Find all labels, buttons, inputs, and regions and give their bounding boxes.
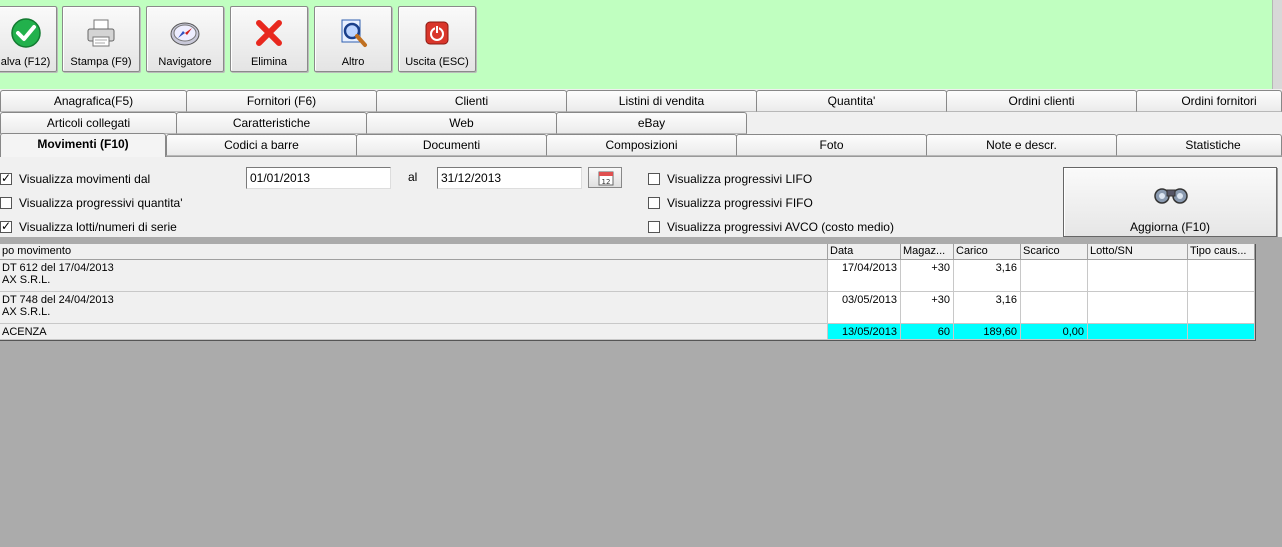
save-button[interactable]: alva (F12) <box>0 6 57 72</box>
checkbox-box[interactable] <box>0 171 12 185</box>
tab-clienti[interactable]: Clienti <box>376 90 567 112</box>
checkbox-box[interactable] <box>0 219 12 233</box>
row-1-document: DT 612 del 17/04/2013 <box>2 262 114 274</box>
row-2-lot[interactable] <box>1088 292 1188 324</box>
navigator-button[interactable]: Navigatore <box>146 6 224 72</box>
row-2-document: DT 748 del 24/04/2013 <box>2 294 114 306</box>
print-button-label: Stampa (F9) <box>70 56 132 68</box>
row-1-lot[interactable] <box>1088 260 1188 292</box>
total-row-warehouse[interactable]: 60 <box>901 324 954 340</box>
lifo-label: Visualizza progressivi LIFO <box>667 172 813 186</box>
column-header-unload[interactable]: Scarico <box>1021 244 1088 260</box>
row-1-supplier: AX S.R.L. <box>2 274 51 286</box>
show-movements-checkbox[interactable]: Visualizza movimenti dal <box>0 170 150 188</box>
total-row-description[interactable]: ACENZA <box>0 324 828 340</box>
binoculars-icon <box>1154 188 1188 204</box>
tab-documenti[interactable]: Documenti <box>356 134 547 156</box>
row-1-load[interactable]: 3,16 <box>954 260 1021 292</box>
show-lots-label: Visualizza lotti/numeri di serie <box>19 220 177 234</box>
calendar-button[interactable]: 12 <box>588 167 622 188</box>
column-header-load[interactable]: Carico <box>954 244 1021 260</box>
tab-web[interactable]: Web <box>366 112 557 134</box>
column-header-warehouse[interactable]: Magaz... <box>901 244 954 260</box>
row-2-warehouse[interactable]: +30 <box>901 292 954 324</box>
row-1-warehouse[interactable]: +30 <box>901 260 954 292</box>
tab-ordini-fornitori[interactable]: Ordini fornitori <box>1136 90 1282 112</box>
tab-composizioni[interactable]: Composizioni <box>546 134 737 156</box>
delete-button-label: Elimina <box>250 56 288 68</box>
show-lots-checkbox[interactable]: Visualizza lotti/numeri di serie <box>0 218 177 236</box>
tab-fornitori[interactable]: Fornitori (F6) <box>186 90 377 112</box>
toolbar-scrollbar[interactable] <box>1272 0 1282 89</box>
tab-divider <box>166 156 1282 157</box>
navigator-button-label: Navigatore <box>158 56 212 68</box>
delete-button[interactable]: Elimina <box>230 6 308 72</box>
power-icon <box>425 21 449 45</box>
tab-ebay[interactable]: eBay <box>556 112 747 134</box>
table-row-1-description[interactable]: DT 612 del 17/04/2013 AX S.R.L. <box>0 260 828 292</box>
avco-label: Visualizza progressivi AVCO (costo medio… <box>667 220 894 234</box>
tab-codici-a-barre[interactable]: Codici a barre <box>166 134 357 156</box>
date-from-field[interactable]: 01/01/2013 <box>246 167 391 189</box>
total-row-load[interactable]: 189,60 <box>954 324 1021 340</box>
printer-icon <box>87 19 115 47</box>
tab-articoli-collegati[interactable]: Articoli collegati <box>0 112 177 134</box>
tab-anagrafica[interactable]: Anagrafica(F5) <box>0 90 187 112</box>
refresh-button-label: Aggiorna (F10) <box>1129 220 1211 234</box>
compass-icon <box>170 22 200 46</box>
tab-movimenti[interactable]: Movimenti (F10) <box>0 133 166 157</box>
tab-listini-di-vendita[interactable]: Listini di vendita <box>566 90 757 112</box>
row-2-date[interactable]: 03/05/2013 <box>828 292 901 324</box>
column-header-date[interactable]: Data <box>828 244 901 260</box>
svg-text:12: 12 <box>602 178 611 186</box>
tab-ordini-clienti[interactable]: Ordini clienti <box>946 90 1137 112</box>
row-1-date[interactable]: 17/04/2013 <box>828 260 901 292</box>
avco-checkbox[interactable]: Visualizza progressivi AVCO (costo medio… <box>648 218 894 236</box>
tab-foto[interactable]: Foto <box>736 134 927 156</box>
total-row-lot[interactable] <box>1088 324 1188 340</box>
fifo-checkbox[interactable]: Visualizza progressivi FIFO <box>648 194 813 212</box>
refresh-button[interactable]: Aggiorna (F10) <box>1063 167 1277 237</box>
delete-x-icon <box>256 20 282 46</box>
row-2-cause-type[interactable] <box>1188 292 1255 324</box>
total-row-date[interactable]: 13/05/2013 <box>828 324 901 340</box>
column-header-lot[interactable]: Lotto/SN <box>1088 244 1188 260</box>
column-header-movement-type[interactable]: po movimento <box>0 244 828 260</box>
tab-caratteristiche[interactable]: Caratteristiche <box>176 112 367 134</box>
toolbar: alva (F12) Stampa (F9) Navigatore Elimin… <box>0 0 1282 89</box>
lifo-checkbox[interactable]: Visualizza progressivi LIFO <box>648 170 812 188</box>
tab-statistiche[interactable]: Statistiche <box>1116 134 1282 156</box>
row-2-load[interactable]: 3,16 <box>954 292 1021 324</box>
checkbox-box[interactable] <box>648 197 660 209</box>
row-1-unload[interactable] <box>1021 260 1088 292</box>
table-row-2-description[interactable]: DT 748 del 24/04/2013 AX S.R.L. <box>0 292 828 324</box>
print-button[interactable]: Stampa (F9) <box>62 6 140 72</box>
calendar-icon: 12 <box>598 171 614 186</box>
check-icon <box>10 18 41 48</box>
row-2-supplier: AX S.R.L. <box>2 306 51 318</box>
date-range-separator: al <box>408 170 418 184</box>
search-doc-icon <box>341 19 367 47</box>
more-button-label: Altro <box>341 56 365 68</box>
more-button[interactable]: Altro <box>314 6 392 72</box>
checkbox-box[interactable] <box>648 221 660 233</box>
tab-quantita[interactable]: Quantita' <box>756 90 947 112</box>
date-to-field[interactable]: 31/12/2013 <box>437 167 582 189</box>
show-movements-label: Visualizza movimenti dal <box>19 172 151 186</box>
total-row-unload[interactable]: 0,00 <box>1021 324 1088 340</box>
row-2-unload[interactable] <box>1021 292 1088 324</box>
exit-button-label: Uscita (ESC) <box>405 56 469 68</box>
movements-grid: po movimento Data Magaz... Carico Scaric… <box>0 244 1256 341</box>
fifo-label: Visualizza progressivi FIFO <box>667 196 813 210</box>
show-qty-progressive-checkbox[interactable]: Visualizza progressivi quantita' <box>0 194 183 212</box>
checkbox-box[interactable] <box>648 173 660 185</box>
total-row-cause-type[interactable] <box>1188 324 1255 340</box>
exit-button[interactable]: Uscita (ESC) <box>398 6 476 72</box>
tab-note-e-descr[interactable]: Note e descr. <box>926 134 1117 156</box>
row-1-cause-type[interactable] <box>1188 260 1255 292</box>
checkbox-box[interactable] <box>0 197 12 209</box>
save-button-label: alva (F12) <box>0 56 51 68</box>
column-header-cause-type[interactable]: Tipo caus... <box>1188 244 1255 260</box>
show-qty-progressive-label: Visualizza progressivi quantita' <box>19 196 183 210</box>
